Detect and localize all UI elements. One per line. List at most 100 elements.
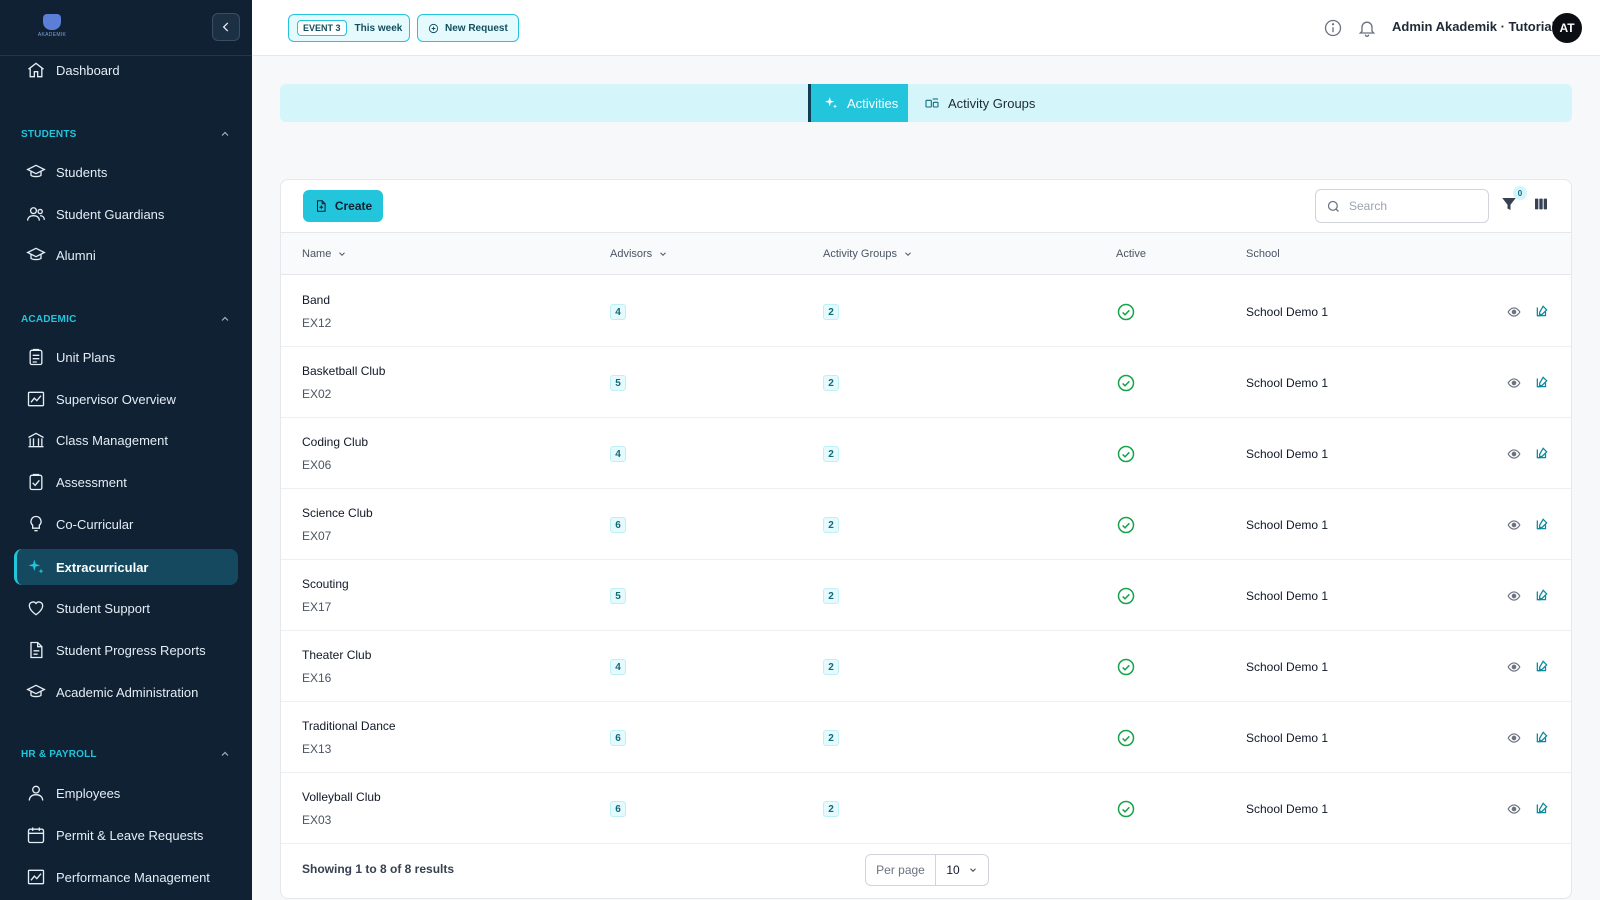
logo-mark xyxy=(43,14,61,30)
tab-label: Activities xyxy=(847,95,899,111)
new-request-button[interactable]: New Request xyxy=(417,14,519,42)
sidebar-item-assessment[interactable]: Assessment xyxy=(14,464,238,500)
sidebar-item-co-curricular[interactable]: Co-Curricular xyxy=(14,506,238,542)
edit-icon[interactable] xyxy=(1535,730,1549,744)
column-header-name[interactable]: Name xyxy=(302,248,347,260)
activity-groups-count-badge: 2 xyxy=(823,304,839,320)
section-header-academic[interactable]: ACADEMIC xyxy=(21,313,231,325)
chevron-up-icon xyxy=(221,316,229,321)
table-row[interactable]: Band EX12 4 2 School Demo 1 xyxy=(281,276,1571,347)
section-header-students[interactable]: STUDENTS xyxy=(21,128,231,140)
collapse-sidebar-button[interactable] xyxy=(212,13,240,41)
per-page-label: Per page xyxy=(866,855,936,885)
table-row[interactable]: Scouting EX17 5 2 School Demo 1 xyxy=(281,560,1571,631)
activity-groups-count-badge: 2 xyxy=(823,659,839,675)
group-icon xyxy=(925,98,939,108)
users-icon xyxy=(27,207,45,221)
table-row[interactable]: Volleyball Club EX03 6 2 School Demo 1 xyxy=(281,773,1571,844)
user-name[interactable]: Admin Akademik · Tutorial xyxy=(1392,19,1555,34)
edit-icon[interactable] xyxy=(1535,659,1549,673)
edit-icon[interactable] xyxy=(1535,517,1549,531)
chevron-left-icon xyxy=(222,22,229,32)
column-label: Name xyxy=(302,248,332,260)
chevron-down-icon xyxy=(969,868,976,872)
activity-name: Volleyball Club xyxy=(302,790,381,804)
sidebar-item-class-management[interactable]: Class Management xyxy=(14,422,238,458)
sidebar-item-performance-management[interactable]: Performance Management xyxy=(14,859,238,895)
sidebar-item-dashboard[interactable]: Dashboard xyxy=(14,52,238,88)
avatar[interactable]: AT xyxy=(1552,13,1582,43)
sidebar-item-label: Co-Curricular xyxy=(56,516,134,532)
chevron-down-icon xyxy=(905,252,911,256)
section-title: STUDENTS xyxy=(21,128,77,140)
eye-icon[interactable] xyxy=(1507,660,1521,674)
eye-icon[interactable] xyxy=(1507,376,1521,390)
info-icon[interactable] xyxy=(1323,18,1343,38)
sidebar-item-unit-plans[interactable]: Unit Plans xyxy=(14,339,238,375)
results-summary: Showing 1 to 8 of 8 results xyxy=(302,862,455,876)
eye-icon[interactable] xyxy=(1507,802,1521,816)
table-row[interactable]: Theater Club EX16 4 2 School Demo 1 xyxy=(281,631,1571,702)
edit-icon[interactable] xyxy=(1535,801,1549,815)
column-label: School xyxy=(1246,248,1280,260)
tab-activities[interactable]: Activities xyxy=(808,84,908,122)
edit-icon[interactable] xyxy=(1535,446,1549,460)
table-row[interactable]: Basketball Club EX02 5 2 School Demo 1 xyxy=(281,347,1571,418)
school-name: School Demo 1 xyxy=(1246,731,1329,745)
tabs-bar: Activities Activity Groups xyxy=(280,84,1572,122)
advisors-count-badge: 4 xyxy=(610,446,626,462)
sidebar-item-extracurricular[interactable]: Extracurricular xyxy=(14,549,238,585)
eye-icon[interactable] xyxy=(1507,589,1521,603)
table-row[interactable]: Science Club EX07 6 2 School Demo 1 xyxy=(281,489,1571,560)
activity-name: Scouting xyxy=(302,577,349,591)
sidebar-item-label: Permit & Leave Requests xyxy=(56,827,204,843)
section-title: ACADEMIC xyxy=(21,313,77,325)
eye-icon[interactable] xyxy=(1507,447,1521,461)
sidebar-item-alumni[interactable]: Alumni xyxy=(14,237,238,273)
user-icon xyxy=(28,785,44,801)
sidebar-item-student-support[interactable]: Student Support xyxy=(14,590,238,626)
per-page-select[interactable]: Per page 10 xyxy=(865,854,989,886)
edit-icon[interactable] xyxy=(1535,375,1549,389)
sidebar-item-permit-leave-requests[interactable]: Permit & Leave Requests xyxy=(14,817,238,853)
table-row[interactable]: Coding Club EX06 4 2 School Demo 1 xyxy=(281,418,1571,489)
sidebar-item-student-progress-reports[interactable]: Student Progress Reports xyxy=(14,632,238,668)
activity-groups-count-badge: 2 xyxy=(823,730,839,746)
eye-icon[interactable] xyxy=(1507,305,1521,319)
sidebar-item-students[interactable]: Students xyxy=(14,154,238,190)
bell-icon[interactable] xyxy=(1357,18,1377,38)
edit-icon[interactable] xyxy=(1535,588,1549,602)
activity-code: EX12 xyxy=(302,316,332,330)
search-input[interactable] xyxy=(1349,199,1479,213)
section-header-hr-payroll[interactable]: HR & PAYROLL xyxy=(21,748,231,760)
event-tag: EVENT 3 xyxy=(297,20,347,36)
sidebar-item-academic-administration[interactable]: Academic Administration xyxy=(14,674,238,710)
file-plus-icon xyxy=(316,200,326,212)
tab-activity-groups[interactable]: Activity Groups xyxy=(924,84,1035,122)
school-name: School Demo 1 xyxy=(1246,447,1329,461)
building-icon xyxy=(28,432,44,448)
activity-code: EX13 xyxy=(302,742,332,756)
sidebar-item-supervisor-overview[interactable]: Supervisor Overview xyxy=(14,381,238,417)
edit-icon[interactable] xyxy=(1535,304,1549,318)
table-row[interactable]: Traditional Dance EX13 6 2 School Demo 1 xyxy=(281,702,1571,773)
sidebar-item-student-guardians[interactable]: Student Guardians xyxy=(14,196,238,232)
activity-groups-count-badge: 2 xyxy=(823,588,839,604)
eye-icon[interactable] xyxy=(1507,731,1521,745)
app-logo[interactable]: AKADEMIK xyxy=(36,14,68,40)
activity-code: EX02 xyxy=(302,387,332,401)
clipboard-icon xyxy=(29,348,43,366)
sidebar-item-employees[interactable]: Employees xyxy=(14,775,238,811)
column-header-advisors[interactable]: Advisors xyxy=(610,248,668,260)
chevron-down-icon xyxy=(339,252,346,256)
check-circle-icon xyxy=(1117,658,1135,676)
school-name: School Demo 1 xyxy=(1246,802,1329,816)
per-page-value[interactable]: 10 xyxy=(936,863,988,877)
activity-code: EX06 xyxy=(302,458,332,472)
event-week-button[interactable]: EVENT 3 This week xyxy=(288,14,411,42)
column-header-activity-groups[interactable]: Activity Groups xyxy=(823,248,913,260)
columns-icon[interactable] xyxy=(1533,196,1549,212)
create-button[interactable]: Create xyxy=(303,190,383,222)
school-name: School Demo 1 xyxy=(1246,660,1329,674)
eye-icon[interactable] xyxy=(1507,518,1521,532)
